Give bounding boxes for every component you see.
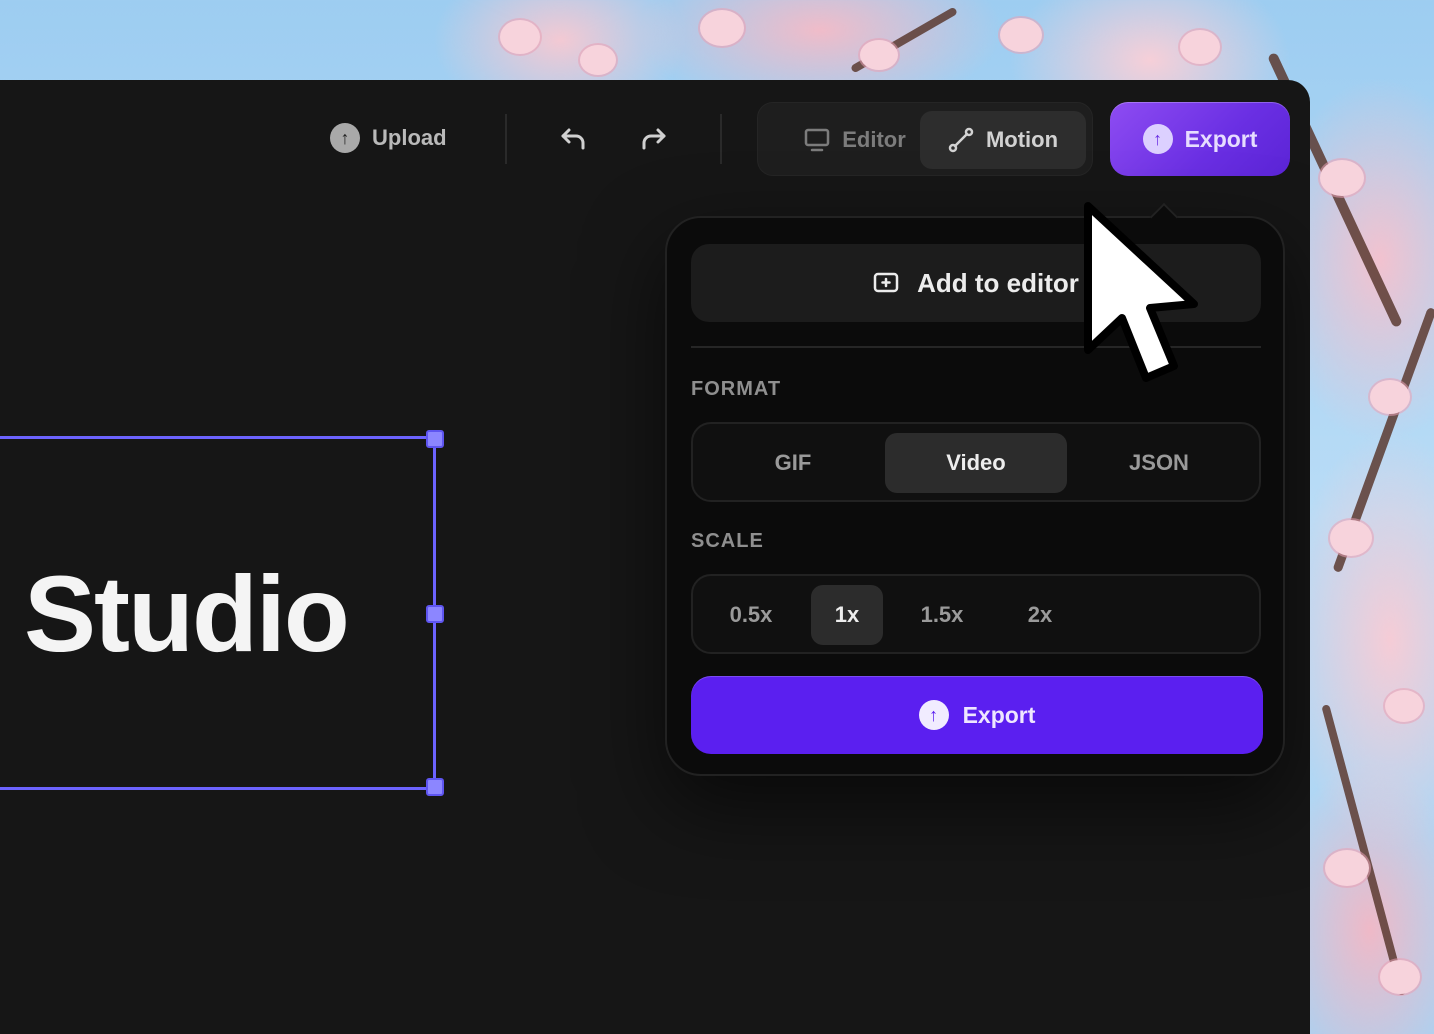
mode-editor-button[interactable]: Editor [780, 111, 930, 169]
export-circle-icon: ↑ [1142, 124, 1173, 154]
add-to-editor-icon [873, 272, 899, 293]
format-section-label: FORMAT [691, 378, 782, 400]
scale-option-1x[interactable]: 1x [811, 585, 883, 645]
resize-handle-top-right[interactable] [426, 430, 444, 448]
wallpaper-blossom [1180, 30, 1220, 64]
monitor-icon [804, 128, 830, 152]
undo-icon [561, 128, 585, 150]
toolbar-divider [720, 114, 722, 164]
mouse-pointer-icon [1084, 202, 1198, 382]
motion-path-icon [948, 127, 974, 153]
wallpaper-blossom [1330, 520, 1372, 556]
wallpaper-blossom [1385, 690, 1423, 722]
resize-handle-bottom-right[interactable] [426, 778, 444, 796]
wallpaper-blossom [860, 40, 898, 70]
format-option-video[interactable]: Video [885, 433, 1067, 493]
redo-button[interactable] [634, 118, 674, 158]
scale-option-1-5x[interactable]: 1.5x [899, 585, 985, 645]
export-button-label: Export [962, 701, 1036, 728]
export-toolbar-button[interactable]: ↑ Export [1110, 102, 1290, 176]
mode-motion-button[interactable]: Motion [920, 111, 1086, 169]
wallpaper-blossom [700, 10, 744, 46]
upload-circle-icon: ↑ [330, 123, 360, 153]
resize-handle-right[interactable] [426, 605, 444, 623]
wallpaper-blossom [580, 45, 616, 75]
text-layer-selection[interactable]: it Studio [0, 430, 444, 796]
scale-section-label: SCALE [691, 530, 764, 552]
export-toolbar-label: Export [1184, 125, 1258, 152]
add-to-editor-label: Add to editor [917, 267, 1079, 298]
wallpaper-blossom [1380, 960, 1420, 994]
scale-selector: 0.5x 1x 1.5x 2x [691, 574, 1261, 654]
mode-motion-label: Motion [985, 127, 1059, 152]
upload-button[interactable]: ↑ Upload [330, 120, 447, 156]
upload-label: Upload [372, 125, 447, 150]
wallpaper-blossom [1000, 18, 1042, 52]
format-option-gif[interactable]: GIF [703, 433, 883, 493]
export-button[interactable]: ↑ Export [691, 676, 1263, 754]
scale-option-0-5x[interactable]: 0.5x [707, 585, 795, 645]
format-selector: GIF Video JSON [691, 422, 1261, 502]
canvas-text-layer[interactable]: it Studio [0, 559, 434, 669]
export-circle-icon: ↑ [918, 700, 949, 730]
wallpaper-blossom [1325, 850, 1369, 886]
wallpaper-blossom [500, 20, 540, 54]
wallpaper-blossom [1320, 160, 1364, 196]
mode-editor-label: Editor [842, 127, 906, 152]
scale-option-2x[interactable]: 2x [1001, 585, 1079, 645]
undo-button[interactable] [553, 118, 593, 158]
mode-switcher: Editor Motion [757, 102, 1093, 176]
format-option-json[interactable]: JSON [1069, 433, 1249, 493]
redo-icon [642, 128, 666, 150]
wallpaper-branch [1321, 704, 1407, 996]
toolbar-divider [505, 114, 507, 164]
wallpaper-blossom [1370, 380, 1410, 414]
